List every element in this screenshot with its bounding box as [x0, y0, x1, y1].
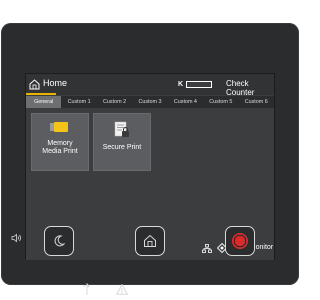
status-bar: Home K Check Counter	[26, 74, 274, 97]
network-icon	[202, 244, 212, 253]
tab-custom-5[interactable]: Custom 5	[203, 96, 238, 108]
moon-icon	[54, 235, 65, 247]
home-content: Memory Media Print Secure Print	[26, 108, 274, 238]
stop-button[interactable]	[225, 226, 255, 256]
home-underline	[26, 93, 56, 95]
tab-custom-4[interactable]: Custom 4	[168, 96, 203, 108]
secure-print-icon	[114, 121, 129, 137]
check-counter-button[interactable]: Check Counter	[226, 79, 274, 97]
speaker-icon	[11, 233, 21, 243]
memory-media-print-label-1: Memory	[47, 140, 73, 147]
memory-media-print-label-2: Media Print	[42, 148, 78, 155]
error-indicator-icon	[116, 284, 128, 295]
toner-color-label: K	[178, 81, 184, 88]
home-icon[interactable]	[29, 79, 40, 90]
secure-print-tile[interactable]: Secure Print	[93, 113, 151, 171]
home-icon	[144, 234, 156, 247]
toner-level-bar	[186, 81, 213, 88]
tab-bar: General Custom 1 Custom 2 Custom 3 Custo…	[26, 96, 274, 108]
toner-indicator: K	[178, 80, 213, 89]
stop-icon	[232, 233, 248, 249]
secure-print-label: Secure Print	[102, 144, 142, 151]
memory-media-print-tile[interactable]: Memory Media Print	[31, 113, 89, 171]
tab-custom-1[interactable]: Custom 1	[61, 96, 96, 108]
home-button[interactable]	[135, 226, 165, 256]
tab-custom-3[interactable]: Custom 3	[132, 96, 167, 108]
energy-saver-button[interactable]	[44, 226, 74, 256]
usb-memory-icon	[50, 122, 68, 132]
tab-general[interactable]: General	[26, 96, 62, 108]
tab-custom-2[interactable]: Custom 2	[97, 96, 132, 108]
data-indicator-icon	[83, 283, 90, 295]
tab-custom-6[interactable]: Custom 6	[239, 96, 274, 108]
home-title[interactable]: Home	[43, 78, 67, 88]
